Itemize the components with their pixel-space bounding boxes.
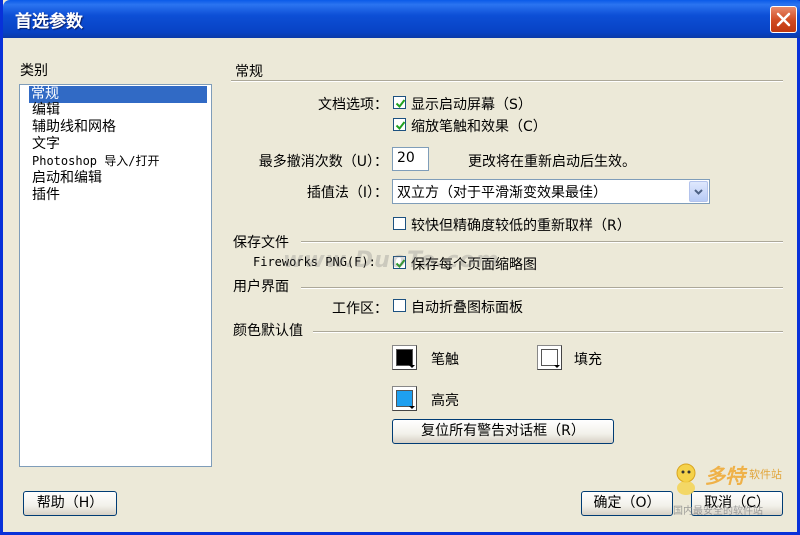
swatch-dropdown-icon — [409, 406, 415, 409]
category-list[interactable]: 常规 编辑 辅助线和网格 文字 Photoshop 导入/打开 启动和编辑 插件 — [19, 84, 212, 467]
title-bar[interactable]: 首选参数 — [3, 0, 800, 38]
section-divider — [301, 241, 783, 243]
logo-subtext: 软件站 — [749, 468, 782, 481]
interpolation-select[interactable]: 双立方（对于平滑渐变效果最佳） — [392, 179, 710, 204]
section-divider — [313, 331, 783, 333]
preferences-dialog: 首选参数 类别 常规 编辑 辅助线和网格 文字 Photoshop 导入/打开 … — [0, 0, 800, 535]
category-label: 类别 — [20, 63, 48, 79]
scale-strokes-checkbox[interactable] — [393, 118, 406, 131]
undo-steps-input[interactable]: 20 — [392, 147, 429, 171]
interpolation-label: 插值法（I）： — [306, 185, 388, 201]
checkmark-icon — [395, 99, 406, 109]
category-item-edit[interactable]: 编辑 — [30, 102, 62, 119]
auto-collapse-label[interactable]: 自动折叠图标面板 — [411, 297, 523, 317]
highlight-color-fill — [396, 390, 413, 407]
show-startup-checkbox[interactable] — [393, 96, 406, 109]
category-item-photoshop-import[interactable]: Photoshop 导入/打开 — [30, 153, 161, 170]
highlight-color-label: 高亮 — [431, 393, 459, 409]
category-item-text[interactable]: 文字 — [30, 136, 62, 153]
doc-options-label: 文档选项： — [318, 97, 388, 113]
stroke-color-swatch[interactable] — [392, 345, 417, 370]
fill-color-swatch[interactable] — [537, 345, 562, 370]
close-button[interactable] — [770, 6, 797, 33]
watermark-text: www.DuoTe.com — [283, 248, 500, 273]
show-startup-label[interactable]: 显示启动屏幕（S） — [411, 94, 532, 114]
category-item-general[interactable]: 常规 — [29, 86, 207, 103]
reset-warnings-button[interactable]: 复位所有警告对话框（R） — [392, 419, 614, 444]
swatch-dropdown-icon — [409, 365, 415, 368]
ok-button[interactable]: 确定（O） — [581, 491, 673, 516]
swatch-dropdown-icon — [554, 365, 560, 368]
category-item-launch-edit[interactable]: 启动和编辑 — [30, 170, 104, 187]
stroke-color-label: 笔触 — [431, 352, 459, 368]
section-title-user-interface: 用户界面 — [233, 279, 289, 295]
checkmark-icon — [395, 121, 406, 131]
fill-color-fill — [541, 349, 558, 366]
workspace-label: 工作区： — [332, 301, 388, 317]
section-title-default-colors: 颜色默认值 — [233, 323, 303, 339]
resample-label[interactable]: 较快但精确度较低的重新取样（R） — [411, 215, 631, 235]
section-title-save-files: 保存文件 — [233, 235, 289, 251]
category-item-plugins[interactable]: 插件 — [30, 187, 62, 204]
mascot-icon — [676, 463, 696, 495]
undo-note: 更改将在重新启动后生效。 — [468, 154, 636, 170]
help-button[interactable]: 帮助（H） — [23, 491, 117, 516]
section-divider — [301, 287, 783, 289]
dropdown-arrow[interactable] — [689, 181, 708, 202]
section-divider — [231, 80, 783, 82]
category-item-guides-grids[interactable]: 辅助线和网格 — [30, 119, 118, 136]
interpolation-value: 双立方（对于平滑渐变效果最佳） — [397, 185, 607, 201]
section-title-general: 常规 — [235, 64, 263, 80]
window-title: 首选参数 — [15, 12, 83, 32]
chevron-down-icon — [694, 188, 703, 195]
site-logo: 多特 软件站 国内最安全的软件站 — [669, 458, 800, 518]
close-icon — [776, 12, 791, 27]
fill-color-label: 填充 — [574, 352, 602, 368]
resample-checkbox[interactable] — [393, 217, 406, 230]
highlight-color-swatch[interactable] — [392, 386, 417, 411]
scale-strokes-label[interactable]: 缩放笔触和效果（C） — [411, 116, 547, 136]
logo-text: 多特 — [705, 464, 745, 488]
stroke-color-fill — [396, 349, 413, 366]
auto-collapse-checkbox[interactable] — [393, 299, 406, 312]
undo-label: 最多撤消次数（U）： — [258, 154, 388, 170]
logo-tagline: 国内最安全的软件站 — [673, 506, 763, 517]
